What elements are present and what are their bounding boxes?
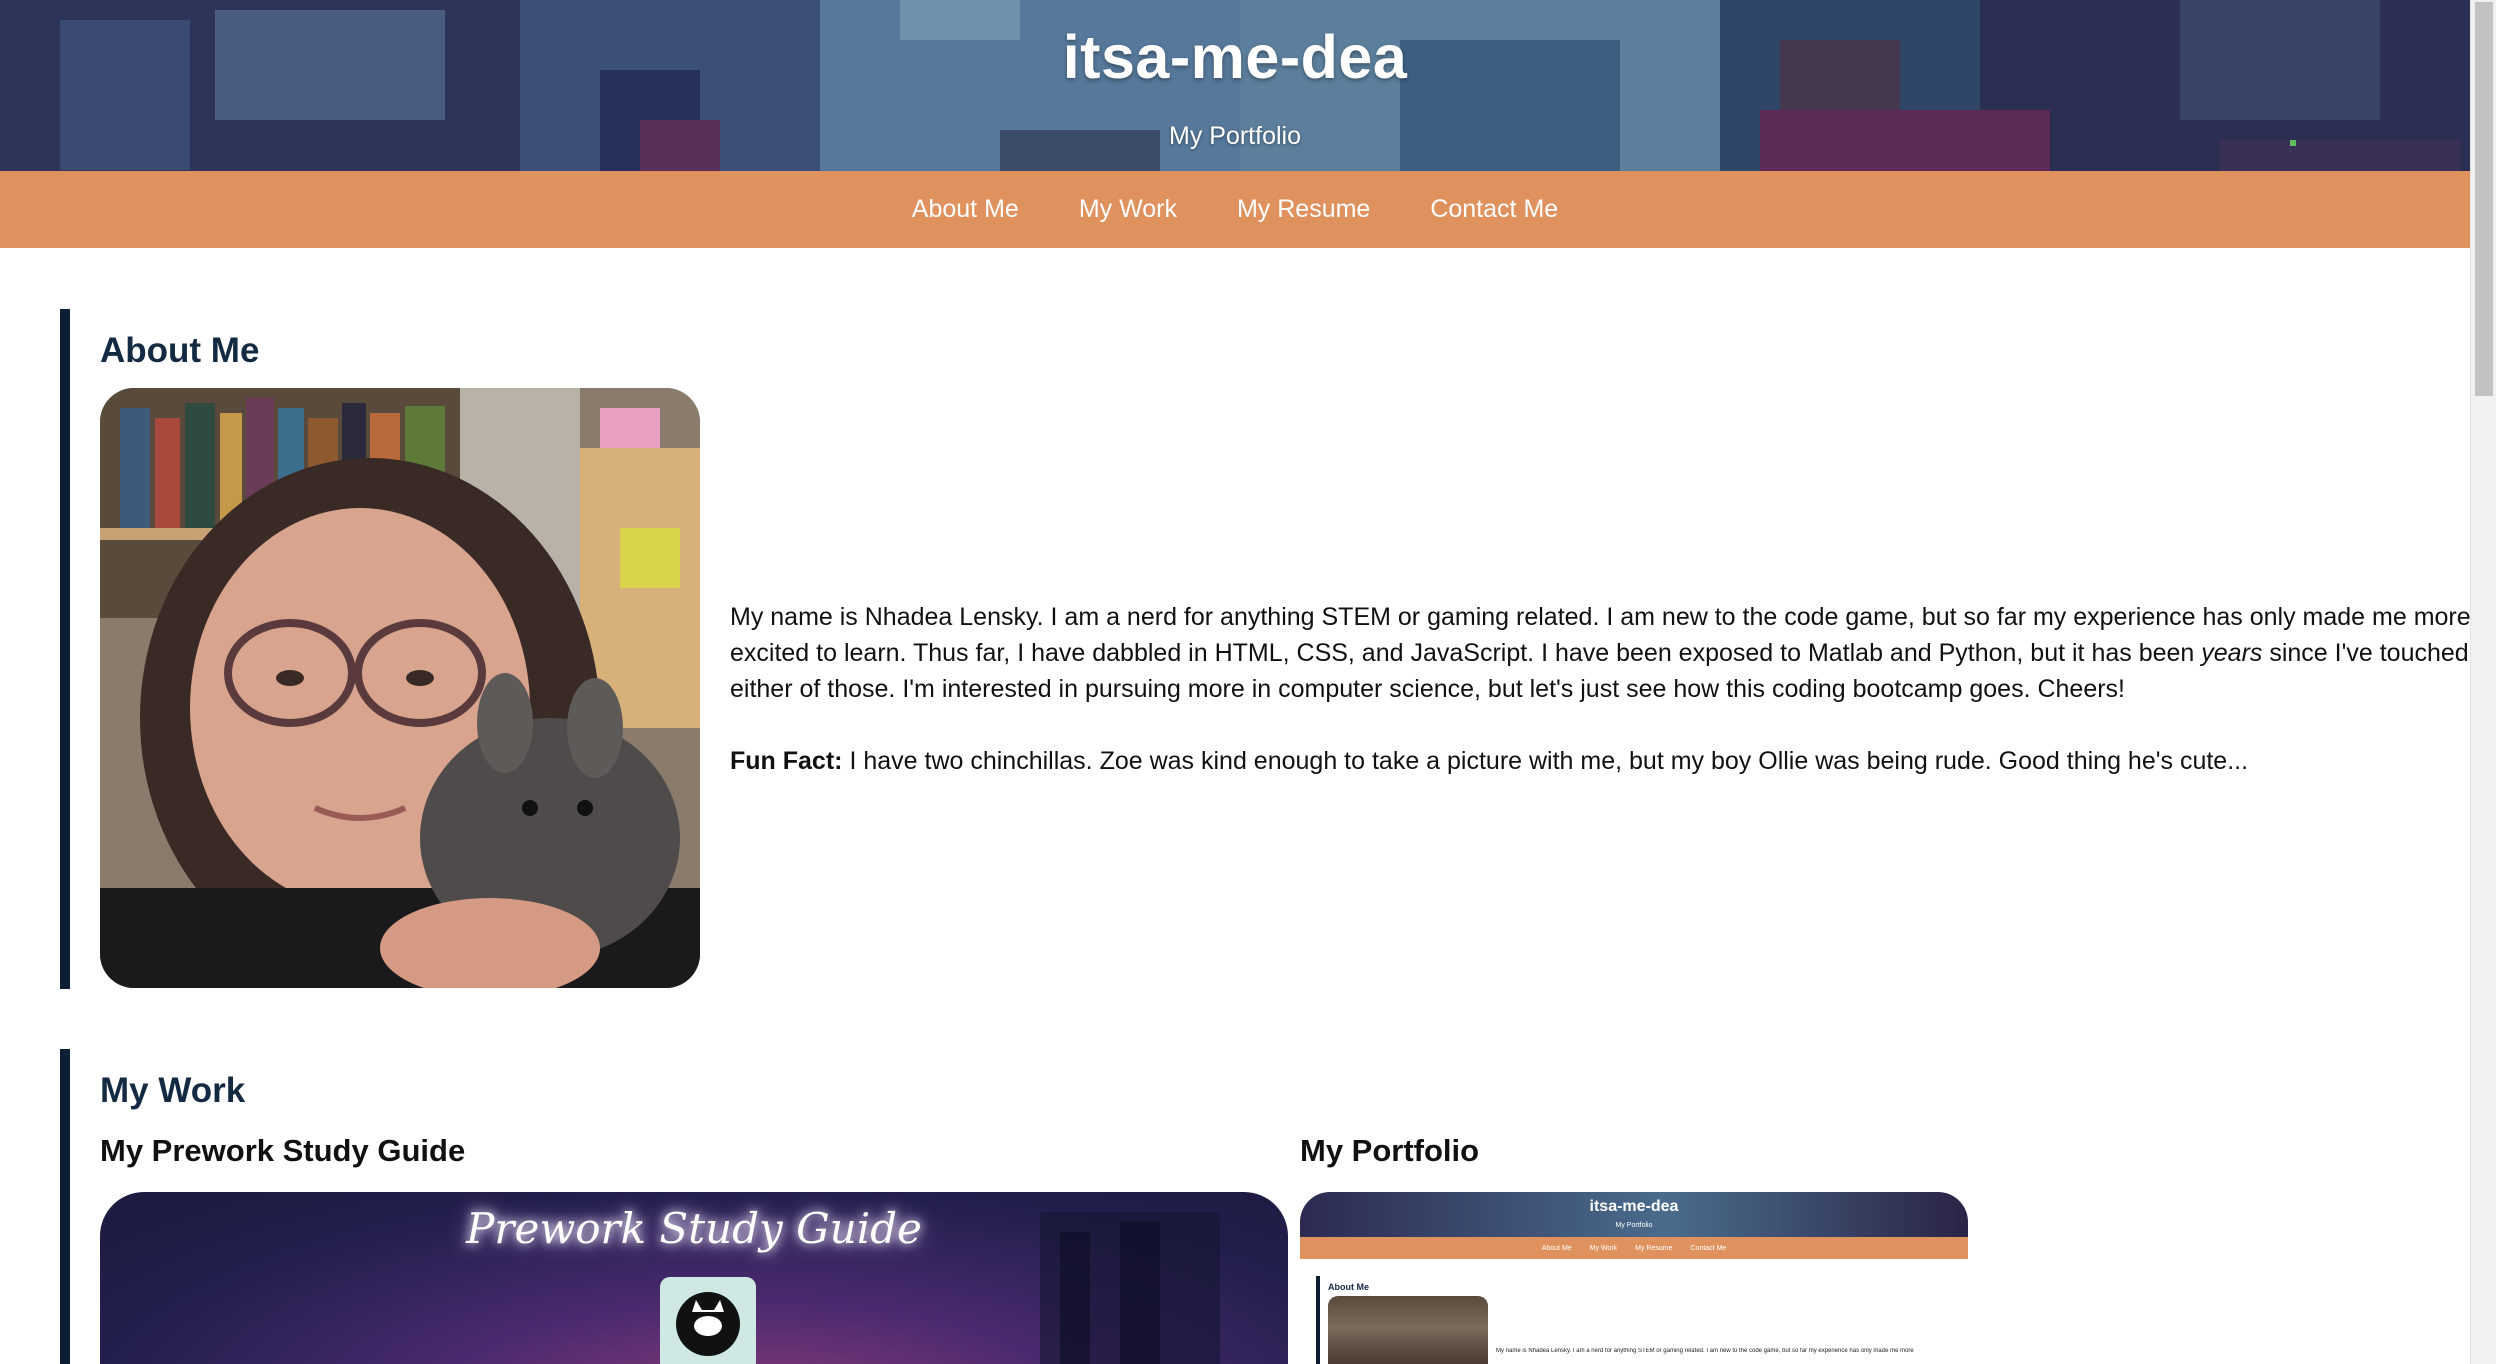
mini-nav-item: Contact Me [1690,1244,1727,1252]
nav-about-me[interactable]: About Me [912,195,1019,224]
profile-photo [100,388,700,988]
project-title-portfolio: My Portfolio [1300,1133,1480,1168]
about-section: About Me My name is Nhadea Lensky. I am … [60,309,2471,989]
about-text: My name is Nhadea Lensky. I am a nerd fo… [730,599,2490,779]
mini-nav: About Me My Work My Resume Contact Me [1300,1237,1968,1259]
fun-fact-paragraph: Fun Fact: I have two chinchillas. Zoe wa… [730,747,2249,775]
mini-nav-item: My Work [1589,1244,1618,1252]
site-title: itsa-me-dea [1062,23,1408,91]
work-section: My Work My Prework Study Guide Prework S… [60,1049,2410,1364]
mini-about-section: About Me My name is Nhadea Lensky. I am … [1316,1276,1956,1364]
site-subtitle: My Portfolio [1169,122,1301,150]
project-card-portfolio[interactable]: itsa-me-dea My Portfolio About Me My Wor… [1300,1192,1968,1364]
fun-fact-label: Fun Fact: [730,747,843,775]
mini-title: itsa-me-dea [1589,1198,1679,1215]
scrollbar-thumb[interactable] [2475,2,2493,396]
prework-preview-title: Prework Study Guide [466,1204,922,1253]
mini-nav-item: About Me [1541,1244,1572,1252]
about-heading: About Me [100,331,260,370]
mini-profile-photo [1328,1296,1488,1364]
mini-nav-item: My Resume [1635,1244,1673,1252]
site-header: itsa-me-dea My Portfolio [0,0,2470,171]
nav-my-work[interactable]: My Work [1079,195,1177,224]
mini-subtitle: My Portfolio [1615,1222,1653,1229]
main-nav: About Me My Work My Resume Contact Me [0,171,2470,248]
mini-about-text: My name is Nhadea Lensky. I am a nerd fo… [1496,1348,1914,1354]
project-title-prework: My Prework Study Guide [100,1133,466,1168]
nav-my-resume[interactable]: My Resume [1237,195,1370,224]
about-paragraph: My name is Nhadea Lensky. I am a nerd fo… [730,603,2471,703]
work-heading: My Work [100,1071,246,1110]
nav-contact-me[interactable]: Contact Me [1430,195,1558,224]
page-scrollbar[interactable] [2470,0,2496,1364]
project-card-prework[interactable]: Prework Study Guide [100,1192,1288,1364]
mini-section-title: About Me [1328,1282,1369,1292]
